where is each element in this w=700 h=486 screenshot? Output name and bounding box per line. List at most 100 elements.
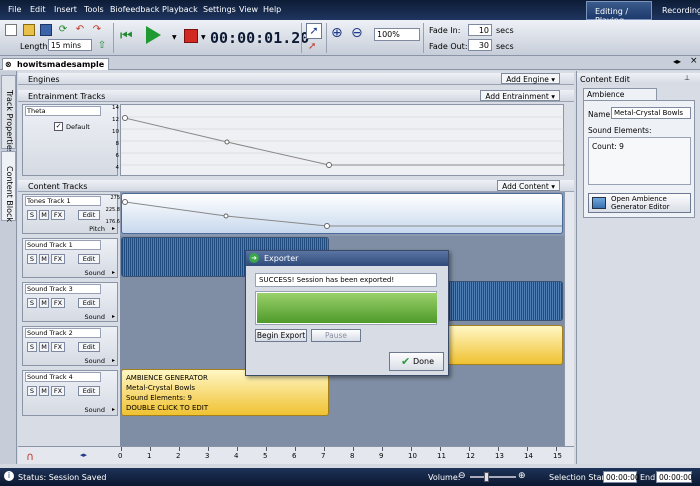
record-stop-icon[interactable] xyxy=(184,29,198,43)
pin-icon[interactable]: ⊥ xyxy=(684,74,690,82)
magnet-icon[interactable]: ∩ xyxy=(26,450,34,463)
zoom-out-icon[interactable]: ⊖ xyxy=(351,25,363,41)
track-name[interactable]: Sound Track 1 xyxy=(25,240,101,250)
volume-down-icon[interactable]: ⊖ xyxy=(458,471,466,481)
selection-start-input[interactable]: 00:00:00 xyxy=(603,471,640,483)
mute-button[interactable]: M xyxy=(39,210,49,220)
volume-slider-thumb[interactable] xyxy=(484,472,489,482)
vertical-scrollbar[interactable] xyxy=(564,192,574,446)
menu-edit[interactable]: Edit xyxy=(30,5,46,14)
track-header-sound-2[interactable]: Sound Track 2 S M FX Edit Sound ▸ xyxy=(22,326,118,366)
menu-playback[interactable]: Playback xyxy=(162,5,198,14)
tab-recording[interactable]: Recording xyxy=(654,1,700,20)
fx-button[interactable]: FX xyxy=(51,342,65,352)
track-expand-icon[interactable]: ▸ xyxy=(112,357,115,364)
done-button[interactable]: ✔ Done xyxy=(389,352,444,371)
new-file-icon[interactable] xyxy=(5,24,17,36)
solo-button[interactable]: S xyxy=(27,254,37,264)
timeline-ruler[interactable]: ∩ ◂▸ 0 1 2 3 4 5 6 7 8 9 10 11 12 13 14 15 xyxy=(18,446,574,464)
tones-clip[interactable] xyxy=(121,193,563,234)
select-tool-icon[interactable]: ➚ xyxy=(308,41,316,52)
close-tab-icon[interactable]: × xyxy=(690,56,698,66)
open-folder-icon[interactable] xyxy=(23,24,35,36)
add-entrainment-button[interactable]: Add Entrainment ▾ xyxy=(480,90,560,101)
volume-slider[interactable] xyxy=(470,476,516,478)
begin-export-button[interactable]: Begin Export xyxy=(255,329,307,342)
undo-icon[interactable]: ↶ xyxy=(74,24,86,36)
track-name[interactable]: Sound Track 4 xyxy=(25,372,101,382)
track-expand-icon[interactable]: ▸ xyxy=(112,269,115,276)
menu-tools[interactable]: Tools xyxy=(84,5,104,14)
track-expand-icon[interactable]: ▸ xyxy=(112,313,115,320)
fx-button[interactable]: FX xyxy=(51,386,65,396)
fx-button[interactable]: FX xyxy=(51,210,65,220)
solo-button[interactable]: S xyxy=(27,342,37,352)
edit-button[interactable]: Edit xyxy=(78,210,100,220)
length-select[interactable]: 15 mins xyxy=(48,39,92,51)
add-engine-button[interactable]: Add Engine ▾ xyxy=(501,73,560,84)
menu-biofeedback[interactable]: Biofeedback xyxy=(110,5,159,14)
edit-button[interactable]: Edit xyxy=(78,386,100,396)
menu-settings[interactable]: Settings xyxy=(203,5,236,14)
pointer-tool-icon[interactable]: ➚ xyxy=(306,23,322,39)
close-document-icon[interactable]: ⊗ xyxy=(5,60,12,69)
zoom-in-icon[interactable]: ⊕ xyxy=(331,25,343,41)
mute-button[interactable]: M xyxy=(39,254,49,264)
record-dropdown-icon[interactable]: ▼ xyxy=(201,34,206,41)
volume-up-icon[interactable]: ⊕ xyxy=(518,471,526,481)
mute-button[interactable]: M xyxy=(39,298,49,308)
name-input[interactable]: Metal-Crystal Bowls xyxy=(611,107,691,119)
tab-nav-arrows-icon[interactable]: ◂▸ xyxy=(673,57,681,66)
refresh-icon[interactable]: ⟳ xyxy=(57,24,69,36)
fx-button[interactable]: FX xyxy=(51,298,65,308)
edit-button[interactable]: Edit xyxy=(78,342,100,352)
menu-file[interactable]: File xyxy=(8,5,21,14)
skip-back-icon[interactable]: ⏮ xyxy=(120,29,133,43)
fx-button[interactable]: FX xyxy=(51,254,65,264)
default-checkbox[interactable]: ✓ xyxy=(54,122,63,131)
document-tab[interactable]: ⊗ howitsmadesample xyxy=(2,58,110,70)
solo-button[interactable]: S xyxy=(27,210,37,220)
tab-track-properties[interactable]: Track Properties xyxy=(1,75,16,154)
tab-content-block[interactable]: Content Block xyxy=(1,151,16,222)
entrainment-point[interactable] xyxy=(122,115,128,121)
tab-ambience-properties[interactable]: Ambience Properties xyxy=(583,88,657,108)
save-icon[interactable] xyxy=(40,24,52,36)
track-name[interactable]: Tones Track 1 xyxy=(25,196,101,206)
redo-icon[interactable]: ↷ xyxy=(91,24,103,36)
track-header-sound-4[interactable]: Sound Track 4 S M FX Edit Sound ▸ xyxy=(22,370,118,416)
pause-button[interactable]: Pause xyxy=(311,329,361,342)
track-header-sound-1[interactable]: Sound Track 1 S M FX Edit Sound ▸ xyxy=(22,238,118,278)
ambience-generator-clip[interactable]: AMBIENCE GENERATOR Metal-Crystal Bowls S… xyxy=(121,369,329,416)
track-expand-icon[interactable]: ▸ xyxy=(112,406,115,413)
tab-editing-playing[interactable]: Editing / Playing xyxy=(586,1,652,25)
menu-insert[interactable]: Insert xyxy=(54,5,77,14)
edit-button[interactable]: Edit xyxy=(78,254,100,264)
track-header-sound-3[interactable]: Sound Track 3 S M FX Edit Sound ▸ xyxy=(22,282,118,322)
play-dropdown-icon[interactable]: ▼ xyxy=(172,34,177,41)
play-icon[interactable] xyxy=(146,26,161,44)
solo-button[interactable]: S xyxy=(27,298,37,308)
menu-help[interactable]: Help xyxy=(263,5,281,14)
entrainment-track-header[interactable]: Theta ✓ Default xyxy=(22,104,118,176)
mute-button[interactable]: M xyxy=(39,386,49,396)
fit-arrows-icon[interactable]: ◂▸ xyxy=(80,451,87,459)
entrainment-point[interactable] xyxy=(224,139,230,145)
edit-button[interactable]: Edit xyxy=(78,298,100,308)
track-name[interactable]: Sound Track 2 xyxy=(25,328,101,338)
sound-clip[interactable] xyxy=(446,281,563,321)
solo-button[interactable]: S xyxy=(27,386,37,396)
entrainment-name-select[interactable]: Theta xyxy=(25,106,101,116)
fade-in-input[interactable]: 10 xyxy=(468,24,492,36)
ambience-clip[interactable] xyxy=(446,325,563,365)
track-name[interactable]: Sound Track 3 xyxy=(25,284,101,294)
dialog-title-bar[interactable]: ➜ Exporter xyxy=(246,251,448,266)
end-input[interactable]: 00:00:00 xyxy=(656,471,693,483)
add-content-button[interactable]: Add Content ▾ xyxy=(497,180,560,191)
fade-out-input[interactable]: 30 xyxy=(468,39,492,51)
entrainment-graph[interactable] xyxy=(120,104,565,176)
mute-button[interactable]: M xyxy=(39,342,49,352)
entrainment-point[interactable] xyxy=(326,162,332,168)
menu-view[interactable]: View xyxy=(239,5,258,14)
open-ambience-editor-button[interactable]: Open Ambience Generator Editor xyxy=(588,193,691,213)
